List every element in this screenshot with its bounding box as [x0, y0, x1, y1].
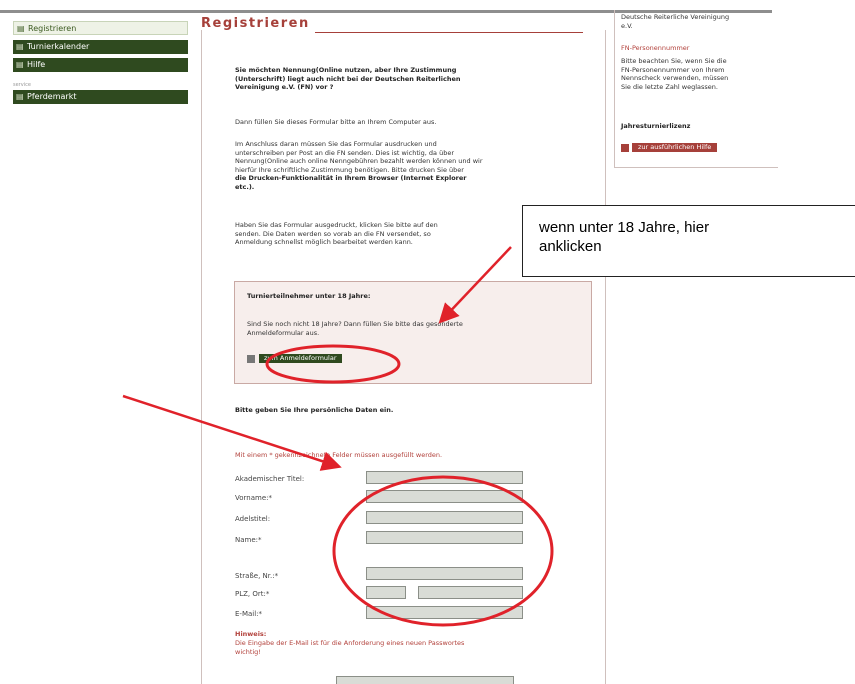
arrow-to-under18 — [438, 246, 512, 324]
arrow-to-form — [122, 394, 342, 471]
circle-form-fields — [332, 475, 554, 627]
circle-under18-button — [265, 344, 401, 384]
callout-box: wenn unter 18 Jahre, hier anklicken — [522, 205, 855, 277]
annotation-overlay — [122, 246, 554, 627]
